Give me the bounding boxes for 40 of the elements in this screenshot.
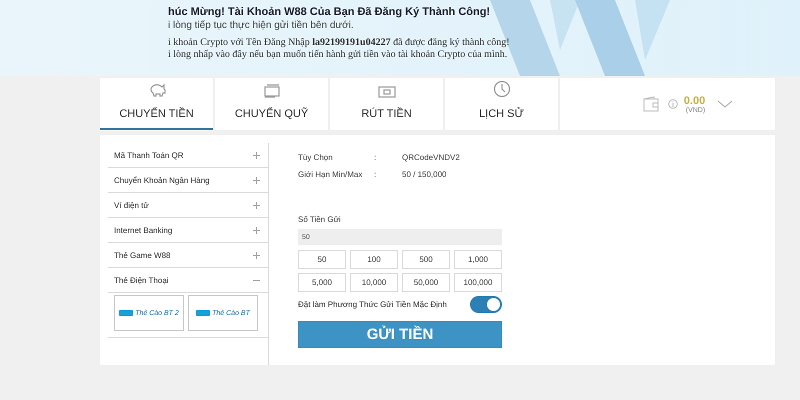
amount-option[interactable]: 500	[402, 250, 450, 269]
default-method-label: Đặt làm Phương Thức Gửi Tiền Mặc Định	[298, 300, 447, 309]
nav-tab[interactable]: RÚT TIỀN	[330, 78, 443, 130]
amount-option[interactable]: 10,000	[350, 273, 398, 292]
amount-option[interactable]: 1,000	[454, 250, 502, 269]
balance-amount: 0.00	[684, 94, 706, 106]
card-icon	[196, 309, 210, 317]
clock-icon	[492, 80, 510, 98]
piggy-bank-icon	[148, 82, 166, 98]
success-heading: húc Mừng! Tài Khoản W88 Của Bạn Đã Đăng Ký Thành Công!	[168, 6, 492, 18]
amount-option[interactable]: 50	[298, 250, 346, 269]
amount-label: Số Tiền Gửi	[298, 215, 342, 224]
payment-method-item[interactable]: Chuyển Khoản Ngân Hàng	[108, 168, 268, 193]
instruction-text: i lòng tiếp tục thực hiện gửi tiền bên dưới.	[168, 20, 355, 31]
amount-option[interactable]: 100	[350, 250, 398, 269]
info-label: Giới Hạn Min/Max	[298, 170, 364, 181]
nav-tab[interactable]: CHUYỂN TIỀN	[100, 78, 213, 130]
nav-tab[interactable]: LỊCH SỬ	[445, 78, 558, 130]
amount-option[interactable]: 5,000	[298, 273, 346, 292]
payment-method-item[interactable]: Mã Thanh Toán QR	[108, 143, 268, 168]
payment-method-item[interactable]: Internet Banking	[108, 218, 268, 243]
toggle-switch[interactable]	[470, 296, 502, 313]
info-icon[interactable]	[668, 99, 678, 109]
money-transfer-icon	[262, 84, 280, 98]
info-value: QRCodeVNDV2	[402, 153, 460, 164]
info-label: Tùy Chọn	[298, 153, 334, 164]
chevron-down-icon[interactable]	[717, 100, 734, 108]
banknote-icon	[378, 86, 396, 98]
payment-method-item[interactable]: Ví điện tử	[108, 193, 268, 218]
amount-option[interactable]: 100,000	[454, 273, 502, 292]
crypto-deposit-link[interactable]: i lòng nhấp vào đây nếu bạn muốn tiến hành gửi tiền vào tài khoản Crypto của mình.	[168, 49, 800, 60]
account-message: i khoản Crypto với Tên Đăng Nhập la92199191u04227 đã được đăng ký thành công!	[168, 37, 511, 48]
amount-option[interactable]: 50,000	[402, 273, 450, 292]
info-value: 50 / 150,000	[402, 170, 446, 181]
payment-method-item[interactable]: Thẻ Game W88	[108, 243, 268, 268]
separator: :	[374, 153, 378, 164]
separator: :	[374, 170, 378, 181]
payment-method-item[interactable]: Thẻ Điện Thoại	[108, 268, 268, 293]
card-icon	[119, 309, 134, 317]
nav-tab[interactable]: CHUYỂN QUỸ	[215, 78, 328, 130]
